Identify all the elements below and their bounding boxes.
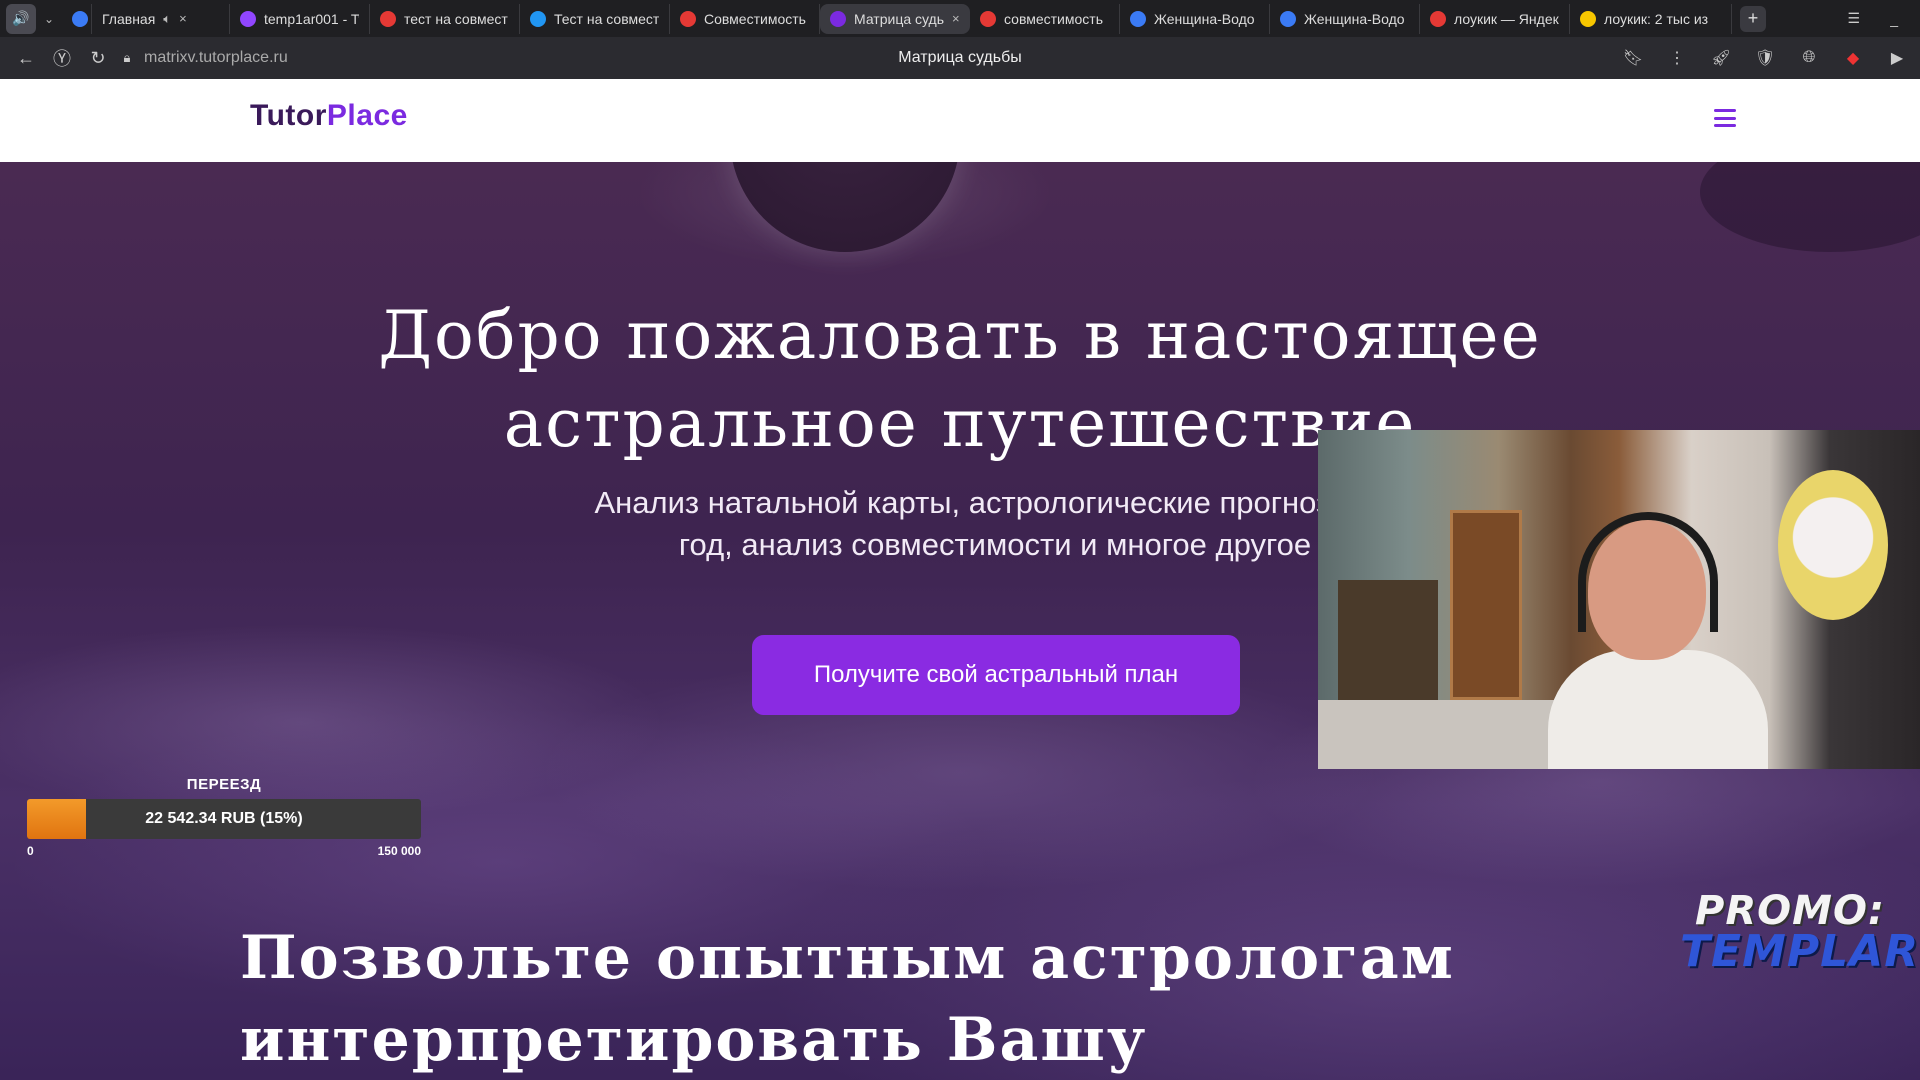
toolbar-right: 🔖︎ ⋮ 🚀︎ 🛡︎ 🌐︎ ◆ ▶ <box>1616 37 1914 79</box>
site-header: TutorPlace <box>0 79 1920 162</box>
promo-overlay: PROMO: TEMPLAR <box>1680 888 1920 977</box>
donation-goal-widget: ПЕРЕЕЗД 22 542.34 RUB (15%) 0 150 000 <box>27 776 421 858</box>
hero-title-line-2: астральное путешествие <box>503 385 1417 462</box>
rocket-icon[interactable]: 🚀︎ <box>1704 42 1738 74</box>
logo-part-place: Place <box>326 99 408 132</box>
yandex-home-icon[interactable]: Ⓨ <box>44 42 80 74</box>
site-icon <box>1130 10 1146 27</box>
tab-list-chevron-icon[interactable]: ⌄ <box>36 4 62 34</box>
browser-tab-title: temp1ar001 - Tw <box>264 10 359 27</box>
browser-tab[interactable]: Женщина-Водо <box>1120 3 1270 34</box>
browser-tab-title: лоукик — Яндек <box>1454 10 1559 27</box>
webcam-bed <box>1318 700 1578 769</box>
shield-icon[interactable]: 🛡︎ <box>1748 42 1782 74</box>
goal-amount: 22 542.34 RUB (15%) <box>145 810 303 827</box>
plush-toy <box>1778 470 1888 620</box>
browser-tab-title: Тест на совмест <box>554 10 659 27</box>
info-icon <box>530 10 546 27</box>
browser-tab-title: Матрица судь <box>854 10 945 27</box>
browser-tab-title: Женщина-Водо <box>1304 10 1405 27</box>
tab-close-icon[interactable]: × <box>179 11 187 26</box>
menu-hamburger-icon[interactable] <box>1714 109 1736 127</box>
tabs-menu-icon[interactable]: ☰ <box>1847 0 1860 37</box>
browser-tab[interactable]: лоукик: 2 тыс из <box>1570 3 1732 34</box>
browser-tab[interactable]: Главная 🔈︎ × <box>92 3 230 34</box>
planet-decoration <box>1700 162 1920 252</box>
section-title-line-1: Позвольте опытным астрологам <box>240 923 1455 993</box>
yandex-icon <box>980 10 996 27</box>
webcam-streamer <box>1548 512 1768 769</box>
site-logo[interactable]: TutorPlace <box>250 99 408 133</box>
webcam-streamer-body <box>1548 650 1768 769</box>
tab-close-icon[interactable]: × <box>952 11 960 26</box>
tab-audio-icon[interactable]: 🔊 <box>6 3 36 34</box>
browser-tab[interactable]: Женщина-Водо <box>1270 3 1420 34</box>
browser-tab-bar: 🔊 ⌄ Главная 🔈︎ × temp1ar001 - Tw тест на сов… <box>0 0 1920 37</box>
media-icon[interactable]: ▶ <box>1880 42 1914 74</box>
hero-title-line-1: Добро пожаловать в настоящее <box>378 297 1542 374</box>
goal-min: 0 <box>27 844 34 858</box>
browser-tab[interactable]: Совместимость <box>670 3 820 34</box>
section-title-line-2: интерпретировать Вашу <box>240 1005 1148 1075</box>
more-icon[interactable]: ⋮ <box>1660 42 1694 74</box>
extension-icon[interactable]: ◆ <box>1836 42 1870 74</box>
browser-tab[interactable]: совместимость <box>970 3 1120 34</box>
yandex-icon <box>1430 10 1446 27</box>
webcam-overlay <box>1318 430 1920 769</box>
browser-tab[interactable] <box>62 3 92 34</box>
minimize-icon[interactable]: _ <box>1890 0 1898 37</box>
bookmark-icon[interactable]: 🔖︎ <box>1616 42 1650 74</box>
yandex-icon <box>380 10 396 27</box>
hero-subtitle-line-1: Анализ натальной карты, астрологические … <box>594 485 1396 520</box>
browser-tab[interactable]: temp1ar001 - Tw <box>230 3 370 34</box>
tab-strip: Главная 🔈︎ × temp1ar001 - Tw тест на совмест… <box>62 0 1732 37</box>
tab-sound-icon[interactable]: 🔈︎ <box>163 11 171 27</box>
webcam-cabinet <box>1338 580 1438 700</box>
browser-tab-title: лоукик: 2 тыс из <box>1604 10 1709 27</box>
browser-tab-title: тест на совмест <box>404 10 508 27</box>
browser-tab[interactable]: Тест на совмест <box>520 3 670 34</box>
play-icon <box>72 10 88 27</box>
section-title: Позвольте опытным астрологам интерпретир… <box>240 917 1455 1080</box>
webcam-door <box>1450 510 1522 700</box>
images-icon <box>1580 10 1596 27</box>
new-tab-button[interactable]: + <box>1740 5 1766 32</box>
reload-icon[interactable]: ↻ <box>80 42 116 74</box>
browser-tab[interactable]: Матрица судь × <box>820 3 970 34</box>
back-icon[interactable]: ← <box>8 42 44 74</box>
promo-code: TEMPLAR <box>1680 926 1920 977</box>
goal-max: 150 000 <box>377 844 421 858</box>
get-astral-plan-button[interactable]: Получите свой астральный план <box>752 635 1240 715</box>
browser-tab-title: Совместимость <box>704 10 806 27</box>
plus-icon <box>680 10 696 27</box>
hero-subtitle-line-2: год, анализ совместимости и многое друго… <box>678 527 1312 562</box>
browser-tab[interactable]: тест на совмест <box>370 3 520 34</box>
url-field[interactable]: matrixv.tutorplace.ru <box>144 49 288 67</box>
goal-scale: 0 150 000 <box>27 844 421 858</box>
twitch-icon <box>240 10 256 27</box>
globe-icon[interactable]: 🌐︎ <box>1792 42 1826 74</box>
moon-decoration <box>730 162 960 252</box>
browser-tab-title: совместимость <box>1004 10 1103 27</box>
site-icon <box>1280 10 1296 27</box>
tutorplace-icon <box>830 10 846 27</box>
logo-part-tutor: Tutor <box>250 99 327 132</box>
headset-icon <box>1578 512 1718 632</box>
browser-tab-title: Главная <box>102 10 156 27</box>
goal-progress-bar: 22 542.34 RUB (15%) <box>27 799 421 839</box>
goal-title: ПЕРЕЕЗД <box>186 776 262 793</box>
browser-tab-title: Женщина-Водо <box>1154 10 1255 27</box>
lock-icon: 🔒︎ <box>123 50 131 65</box>
browser-tab[interactable]: лоукик — Яндек <box>1420 3 1570 34</box>
